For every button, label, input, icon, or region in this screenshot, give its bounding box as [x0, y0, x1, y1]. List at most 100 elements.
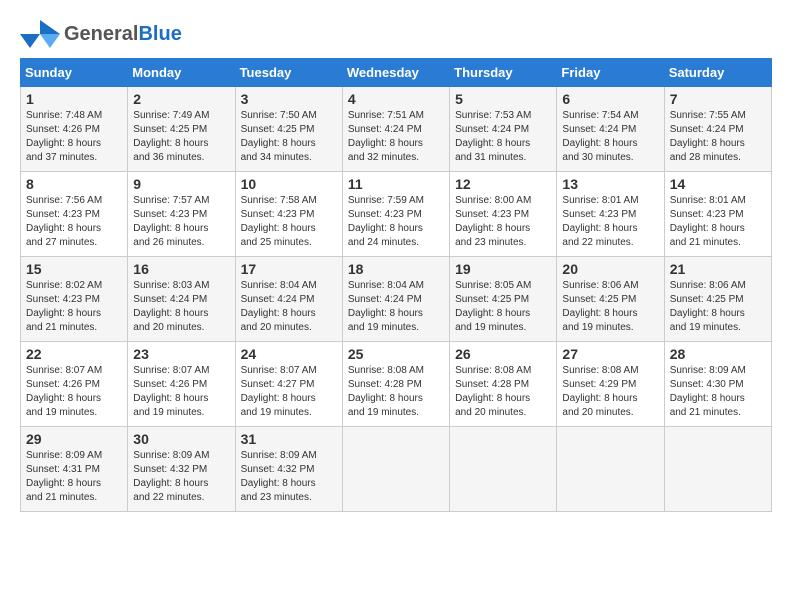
day-info: Sunrise: 7:50 AM Sunset: 4:25 PM Dayligh…	[241, 109, 337, 165]
day-info: Sunrise: 7:53 AM Sunset: 4:24 PM Dayligh…	[455, 109, 551, 165]
day-number: 23	[133, 346, 229, 362]
day-number: 13	[562, 176, 658, 192]
logo-icon	[20, 20, 60, 48]
day-info: Sunrise: 8:04 AM Sunset: 4:24 PM Dayligh…	[241, 279, 337, 335]
day-cell: 18 Sunrise: 8:04 AM Sunset: 4:24 PM Dayl…	[342, 257, 449, 342]
week-row-3: 15 Sunrise: 8:02 AM Sunset: 4:23 PM Dayl…	[21, 257, 772, 342]
day-cell: 1 Sunrise: 7:48 AM Sunset: 4:26 PM Dayli…	[21, 87, 128, 172]
day-number: 11	[348, 176, 444, 192]
day-info: Sunrise: 8:07 AM Sunset: 4:27 PM Dayligh…	[241, 364, 337, 420]
day-number: 19	[455, 261, 551, 277]
day-cell: 25 Sunrise: 8:08 AM Sunset: 4:28 PM Dayl…	[342, 342, 449, 427]
day-info: Sunrise: 7:54 AM Sunset: 4:24 PM Dayligh…	[562, 109, 658, 165]
day-cell: 5 Sunrise: 7:53 AM Sunset: 4:24 PM Dayli…	[450, 87, 557, 172]
day-number: 27	[562, 346, 658, 362]
day-number: 7	[670, 91, 766, 107]
day-cell: 28 Sunrise: 8:09 AM Sunset: 4:30 PM Dayl…	[664, 342, 771, 427]
day-number: 5	[455, 91, 551, 107]
day-info: Sunrise: 8:07 AM Sunset: 4:26 PM Dayligh…	[133, 364, 229, 420]
day-cell: 17 Sunrise: 8:04 AM Sunset: 4:24 PM Dayl…	[235, 257, 342, 342]
day-cell: 23 Sunrise: 8:07 AM Sunset: 4:26 PM Dayl…	[128, 342, 235, 427]
day-info: Sunrise: 7:58 AM Sunset: 4:23 PM Dayligh…	[241, 194, 337, 250]
day-number: 1	[26, 91, 122, 107]
day-number: 21	[670, 261, 766, 277]
day-cell: 21 Sunrise: 8:06 AM Sunset: 4:25 PM Dayl…	[664, 257, 771, 342]
day-info: Sunrise: 8:01 AM Sunset: 4:23 PM Dayligh…	[670, 194, 766, 250]
day-info: Sunrise: 8:09 AM Sunset: 4:32 PM Dayligh…	[133, 449, 229, 505]
day-number: 3	[241, 91, 337, 107]
header-wednesday: Wednesday	[342, 59, 449, 87]
day-info: Sunrise: 8:05 AM Sunset: 4:25 PM Dayligh…	[455, 279, 551, 335]
day-cell: 9 Sunrise: 7:57 AM Sunset: 4:23 PM Dayli…	[128, 172, 235, 257]
day-cell: 29 Sunrise: 8:09 AM Sunset: 4:31 PM Dayl…	[21, 427, 128, 512]
day-info: Sunrise: 8:00 AM Sunset: 4:23 PM Dayligh…	[455, 194, 551, 250]
header-row: SundayMondayTuesdayWednesdayThursdayFrid…	[21, 59, 772, 87]
logo-text: GeneralBlue	[64, 23, 182, 46]
day-info: Sunrise: 7:51 AM Sunset: 4:24 PM Dayligh…	[348, 109, 444, 165]
day-info: Sunrise: 8:06 AM Sunset: 4:25 PM Dayligh…	[562, 279, 658, 335]
day-cell	[450, 427, 557, 512]
day-info: Sunrise: 8:09 AM Sunset: 4:31 PM Dayligh…	[26, 449, 122, 505]
week-row-5: 29 Sunrise: 8:09 AM Sunset: 4:31 PM Dayl…	[21, 427, 772, 512]
header-monday: Monday	[128, 59, 235, 87]
day-cell: 2 Sunrise: 7:49 AM Sunset: 4:25 PM Dayli…	[128, 87, 235, 172]
day-number: 28	[670, 346, 766, 362]
day-info: Sunrise: 8:09 AM Sunset: 4:30 PM Dayligh…	[670, 364, 766, 420]
day-info: Sunrise: 8:03 AM Sunset: 4:24 PM Dayligh…	[133, 279, 229, 335]
day-number: 26	[455, 346, 551, 362]
header-sunday: Sunday	[21, 59, 128, 87]
day-cell: 14 Sunrise: 8:01 AM Sunset: 4:23 PM Dayl…	[664, 172, 771, 257]
day-number: 8	[26, 176, 122, 192]
day-cell: 16 Sunrise: 8:03 AM Sunset: 4:24 PM Dayl…	[128, 257, 235, 342]
day-number: 16	[133, 261, 229, 277]
day-cell: 24 Sunrise: 8:07 AM Sunset: 4:27 PM Dayl…	[235, 342, 342, 427]
day-cell: 20 Sunrise: 8:06 AM Sunset: 4:25 PM Dayl…	[557, 257, 664, 342]
day-info: Sunrise: 8:08 AM Sunset: 4:28 PM Dayligh…	[348, 364, 444, 420]
header-tuesday: Tuesday	[235, 59, 342, 87]
week-row-1: 1 Sunrise: 7:48 AM Sunset: 4:26 PM Dayli…	[21, 87, 772, 172]
day-cell: 19 Sunrise: 8:05 AM Sunset: 4:25 PM Dayl…	[450, 257, 557, 342]
day-number: 4	[348, 91, 444, 107]
day-cell: 8 Sunrise: 7:56 AM Sunset: 4:23 PM Dayli…	[21, 172, 128, 257]
day-cell: 26 Sunrise: 8:08 AM Sunset: 4:28 PM Dayl…	[450, 342, 557, 427]
day-info: Sunrise: 7:56 AM Sunset: 4:23 PM Dayligh…	[26, 194, 122, 250]
day-cell: 11 Sunrise: 7:59 AM Sunset: 4:23 PM Dayl…	[342, 172, 449, 257]
day-info: Sunrise: 7:57 AM Sunset: 4:23 PM Dayligh…	[133, 194, 229, 250]
day-number: 25	[348, 346, 444, 362]
calendar-table: SundayMondayTuesdayWednesdayThursdayFrid…	[20, 58, 772, 512]
day-cell: 22 Sunrise: 8:07 AM Sunset: 4:26 PM Dayl…	[21, 342, 128, 427]
day-cell: 10 Sunrise: 7:58 AM Sunset: 4:23 PM Dayl…	[235, 172, 342, 257]
day-number: 12	[455, 176, 551, 192]
day-number: 10	[241, 176, 337, 192]
day-number: 30	[133, 431, 229, 447]
day-info: Sunrise: 8:09 AM Sunset: 4:32 PM Dayligh…	[241, 449, 337, 505]
day-info: Sunrise: 7:55 AM Sunset: 4:24 PM Dayligh…	[670, 109, 766, 165]
header-thursday: Thursday	[450, 59, 557, 87]
day-info: Sunrise: 7:59 AM Sunset: 4:23 PM Dayligh…	[348, 194, 444, 250]
day-cell: 3 Sunrise: 7:50 AM Sunset: 4:25 PM Dayli…	[235, 87, 342, 172]
day-number: 22	[26, 346, 122, 362]
day-info: Sunrise: 8:02 AM Sunset: 4:23 PM Dayligh…	[26, 279, 122, 335]
day-number: 17	[241, 261, 337, 277]
day-cell: 30 Sunrise: 8:09 AM Sunset: 4:32 PM Dayl…	[128, 427, 235, 512]
day-number: 14	[670, 176, 766, 192]
day-cell: 4 Sunrise: 7:51 AM Sunset: 4:24 PM Dayli…	[342, 87, 449, 172]
header-friday: Friday	[557, 59, 664, 87]
day-cell	[557, 427, 664, 512]
day-info: Sunrise: 8:08 AM Sunset: 4:28 PM Dayligh…	[455, 364, 551, 420]
day-cell	[342, 427, 449, 512]
day-cell: 7 Sunrise: 7:55 AM Sunset: 4:24 PM Dayli…	[664, 87, 771, 172]
logo: GeneralBlue	[20, 20, 182, 48]
day-number: 15	[26, 261, 122, 277]
day-cell: 31 Sunrise: 8:09 AM Sunset: 4:32 PM Dayl…	[235, 427, 342, 512]
day-number: 24	[241, 346, 337, 362]
day-number: 6	[562, 91, 658, 107]
day-info: Sunrise: 8:07 AM Sunset: 4:26 PM Dayligh…	[26, 364, 122, 420]
day-number: 18	[348, 261, 444, 277]
day-info: Sunrise: 7:48 AM Sunset: 4:26 PM Dayligh…	[26, 109, 122, 165]
day-cell: 6 Sunrise: 7:54 AM Sunset: 4:24 PM Dayli…	[557, 87, 664, 172]
day-cell: 27 Sunrise: 8:08 AM Sunset: 4:29 PM Dayl…	[557, 342, 664, 427]
day-info: Sunrise: 8:06 AM Sunset: 4:25 PM Dayligh…	[670, 279, 766, 335]
day-cell	[664, 427, 771, 512]
day-cell: 12 Sunrise: 8:00 AM Sunset: 4:23 PM Dayl…	[450, 172, 557, 257]
